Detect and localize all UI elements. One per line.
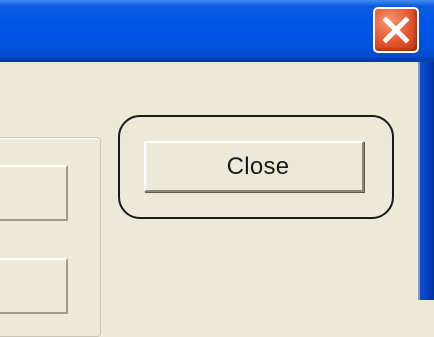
close-x-icon (382, 16, 410, 44)
left-button-2[interactable] (0, 258, 68, 314)
window-frame-right (420, 62, 434, 300)
left-button-1[interactable] (0, 165, 68, 221)
window-close-button[interactable] (373, 7, 419, 53)
close-button-label: Close (226, 152, 290, 180)
title-bar (0, 0, 434, 62)
close-button[interactable]: Close (144, 141, 364, 192)
